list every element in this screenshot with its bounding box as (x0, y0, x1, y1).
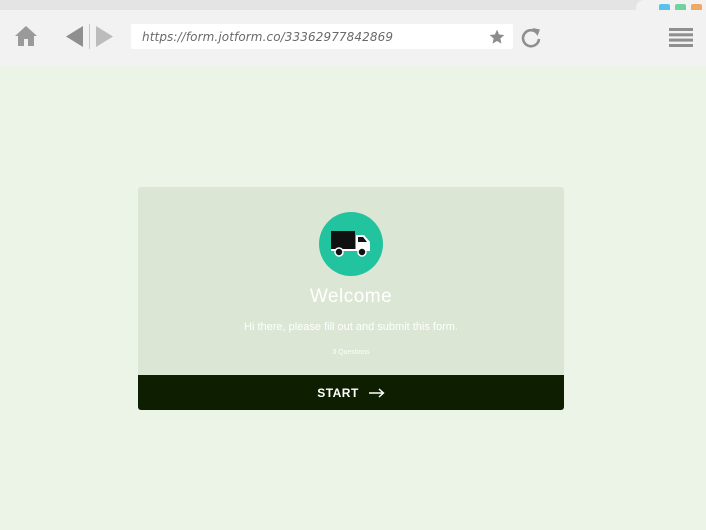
back-arrow-icon[interactable] (66, 26, 84, 47)
forward-arrow-icon[interactable] (96, 26, 114, 47)
welcome-card: Welcome Hi there, please fill out and su… (138, 187, 564, 410)
address-bar[interactable]: https://form.jotform.co/33362977842869 (131, 24, 513, 49)
truck-icon (331, 231, 370, 257)
welcome-subtitle: Hi there, please fill out and submit thi… (244, 321, 458, 333)
browser-toolbar: https://form.jotform.co/33362977842869 (0, 10, 706, 66)
form-logo (319, 212, 383, 276)
welcome-title: Welcome (309, 286, 393, 307)
arrow-right-icon (368, 387, 385, 398)
menu-icon[interactable] (669, 28, 693, 47)
form-page: Welcome Hi there, please fill out and su… (0, 66, 706, 530)
home-icon[interactable] (15, 26, 37, 46)
start-button[interactable]: START (138, 375, 564, 410)
reload-icon[interactable] (520, 25, 542, 49)
question-count: 3 Questions (332, 349, 370, 356)
start-label: START (317, 385, 359, 400)
bookmark-star-icon[interactable] (489, 29, 505, 45)
nav-divider (89, 24, 90, 49)
url-text: https://form.jotform.co/33362977842869 (142, 29, 394, 44)
browser-top-strip (0, 0, 706, 10)
